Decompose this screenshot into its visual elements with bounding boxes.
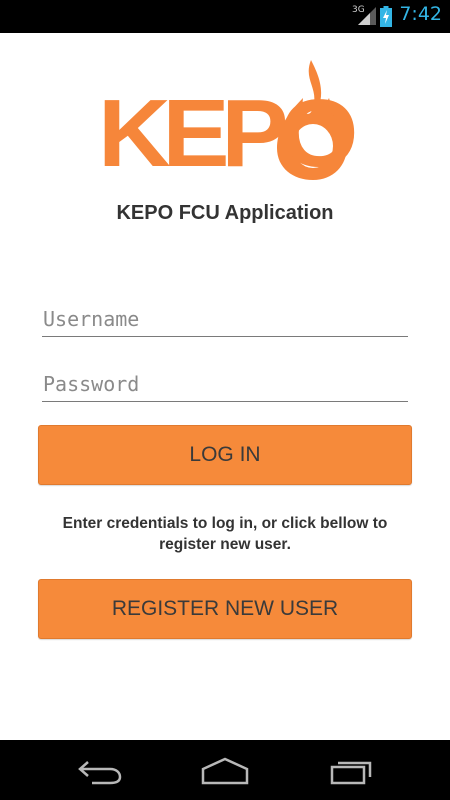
login-screen: 3G 7:42 KEPO KEPO FCU Application LOG IN…: [0, 0, 450, 800]
logo-text: KEPO: [98, 80, 358, 187]
app-logo: KEPO: [98, 58, 358, 187]
register-button-label: REGISTER NEW USER: [111, 597, 339, 620]
username-input[interactable]: [42, 302, 408, 337]
login-button[interactable]: LOG IN: [38, 425, 412, 485]
register-button[interactable]: REGISTER NEW USER: [38, 579, 412, 639]
app-title: KEPO FCU Application: [116, 202, 334, 224]
instructions-text: Enter credentials to log in, or click be…: [62, 515, 388, 553]
signal-strength-icon: [358, 7, 376, 25]
home-icon[interactable]: [195, 755, 255, 785]
password-input[interactable]: [42, 367, 408, 402]
clock: 7:42: [399, 3, 442, 25]
status-bar: 3G 7:42: [0, 0, 450, 33]
back-icon[interactable]: [70, 755, 130, 785]
recents-icon[interactable]: [322, 755, 382, 785]
battery-charging-icon: [380, 6, 392, 27]
navigation-bar: [0, 740, 450, 800]
login-button-label: LOG IN: [189, 443, 261, 466]
